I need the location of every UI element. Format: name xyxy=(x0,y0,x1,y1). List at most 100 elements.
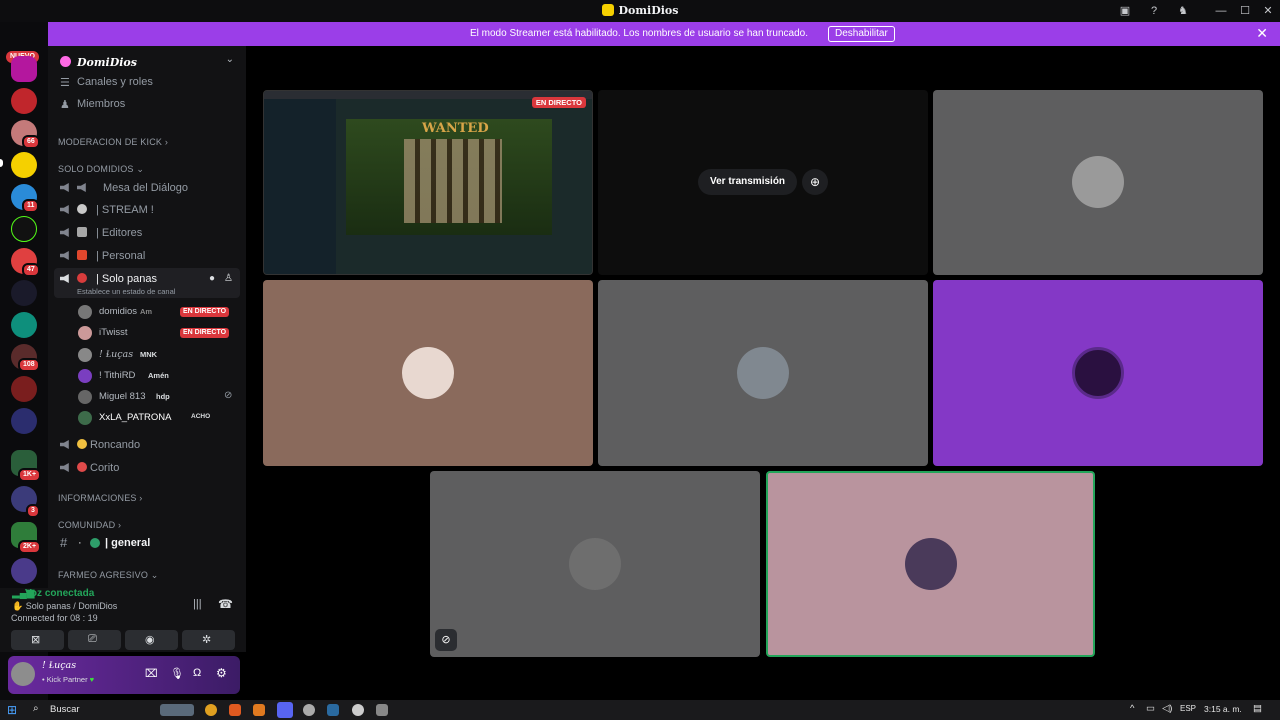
chrome-icon[interactable] xyxy=(205,704,217,716)
category-solo-domidios[interactable]: SOLO DOMIDIOS ⌄ xyxy=(58,164,144,175)
notifications-icon[interactable]: ▤ xyxy=(1253,703,1262,714)
chat-icon[interactable]: ● xyxy=(209,273,215,284)
member-name: ! TithiRD xyxy=(99,370,136,381)
participant-avatar xyxy=(737,347,789,399)
disconnect-icon[interactable]: ☎ xyxy=(218,597,233,611)
minimize-button[interactable]: — xyxy=(1213,3,1229,19)
voice-member[interactable]: ! Ɫuças MNK xyxy=(78,346,246,364)
watch-stream-button[interactable]: Ver transmisión xyxy=(698,169,798,195)
inbox-icon[interactable]: ▣ xyxy=(1117,3,1133,19)
server-icon[interactable] xyxy=(11,88,37,114)
activity-button[interactable]: ◉ xyxy=(125,630,178,650)
window-title-text: DomiDios xyxy=(618,4,679,17)
screen-share-icon: ⎚ xyxy=(88,633,97,645)
windows-start-icon[interactable]: ⊞ xyxy=(7,703,17,717)
unread-badge: 2K+ xyxy=(18,540,42,554)
category-moderacion[interactable]: MODERACION DE KICK › xyxy=(58,137,168,147)
live-badge: EN DIRECTO xyxy=(180,328,230,338)
unread-badge: 3 xyxy=(26,504,40,518)
server-icon[interactable] xyxy=(11,376,37,402)
help-icon[interactable]: ? xyxy=(1146,3,1162,19)
user-subtitle-text: Kick Partner xyxy=(46,675,88,684)
noise-suppression-icon[interactable]: ||| xyxy=(193,598,202,610)
channel-label: | Personal xyxy=(96,250,146,262)
discord-icon[interactable] xyxy=(277,702,293,718)
member-name: Miguel 813 xyxy=(99,391,146,402)
streamer-mode-banner: El modo Streamer está habilitado. Los no… xyxy=(48,22,1280,46)
kick-server-icon[interactable] xyxy=(11,216,37,242)
volume-icon[interactable]: ◁) xyxy=(1162,703,1172,714)
app-icon[interactable] xyxy=(376,704,388,716)
participant-tile[interactable]: ⊘ xyxy=(430,471,760,657)
soundboard-button[interactable]: ✲ xyxy=(182,630,235,650)
voice-status[interactable]: Voz conectada xyxy=(25,588,94,599)
app-icon[interactable] xyxy=(303,704,315,716)
voice-channel-row xyxy=(60,462,93,474)
channel-label: | STREAM ! xyxy=(96,204,154,216)
member-tag: MNK xyxy=(140,350,158,359)
server-icon[interactable] xyxy=(11,280,37,306)
server-icon[interactable] xyxy=(11,312,37,338)
close-window-button[interactable]: ✕ xyxy=(1260,3,1276,19)
brave-icon[interactable] xyxy=(229,704,241,716)
network-icon[interactable]: ▭ xyxy=(1146,703,1155,714)
invite-icon[interactable]: ♙ xyxy=(224,273,233,284)
voice-channel-solo-panas[interactable]: | Solo panas Establece un estado de cana… xyxy=(54,268,240,298)
category-comunidad[interactable]: COMUNIDAD › xyxy=(58,520,121,530)
server-icon[interactable] xyxy=(11,56,37,82)
stream-tile[interactable]: WANTED EN DIRECTO xyxy=(263,90,593,275)
camera-off-button[interactable]: ⊠ xyxy=(11,630,64,650)
guild-header[interactable]: DomiDios ⌄ xyxy=(48,46,246,78)
muted-mic-icon: ⊘ xyxy=(435,629,457,651)
app-icon[interactable] xyxy=(253,704,265,716)
add-stream-icon[interactable]: ⊕ xyxy=(802,169,828,195)
category-label: COMUNIDAD xyxy=(58,520,116,530)
close-banner-icon[interactable]: ✕ xyxy=(1256,25,1268,42)
voice-channel-row xyxy=(60,273,93,285)
user-avatar[interactable] xyxy=(11,662,35,686)
headphones-icon[interactable]: Ω xyxy=(193,667,201,679)
server-icon[interactable] xyxy=(11,558,37,584)
clock[interactable]: 3:15 a. m. xyxy=(1204,704,1242,714)
app-icon[interactable] xyxy=(352,704,364,716)
participant-tile[interactable] xyxy=(933,280,1263,466)
selected-pip xyxy=(0,159,3,167)
widgets-icon[interactable] xyxy=(160,704,194,716)
voice-channel-row xyxy=(60,250,93,262)
server-domidios[interactable] xyxy=(11,152,37,178)
participant-tile[interactable] xyxy=(933,90,1263,275)
stream-preview-tile[interactable]: Ver transmisión ⊕ xyxy=(598,90,928,275)
voice-channel-path[interactable]: ✋ Solo panas / DomiDios xyxy=(12,601,117,612)
people-icon[interactable]: ♞ xyxy=(1175,3,1191,19)
avatar xyxy=(78,411,92,425)
category-informaciones[interactable]: INFORMACIONES › xyxy=(58,493,143,503)
steam-icon[interactable] xyxy=(327,704,339,716)
category-farmeo[interactable]: FARMEO AGRESIVO ⌄ xyxy=(58,570,158,581)
voice-member[interactable]: ! TithiRD Amén xyxy=(78,367,246,385)
unread-badge: 11 xyxy=(22,199,40,213)
participant-tile[interactable] xyxy=(263,280,593,466)
hashtag-icon: # xyxy=(60,535,68,550)
voice-member[interactable]: domidios Am EN DIRECTO xyxy=(78,303,246,321)
settings-gear-icon[interactable]: ⚙ xyxy=(216,666,227,680)
title-bar: DomiDios ▣ ? ♞ — ☐ ✕ xyxy=(0,0,1280,22)
window-title: DomiDios xyxy=(0,4,1280,17)
voice-member[interactable]: XxLA_PATRONA ACHO xyxy=(78,409,246,427)
member-tag: Am xyxy=(140,307,153,316)
microphone-icon[interactable]: 🎙 xyxy=(170,667,184,680)
voice-member[interactable]: Miguel 813 hdp ⊘ xyxy=(78,388,246,406)
tray-chevron-icon[interactable]: ^ xyxy=(1130,703,1134,714)
nav-channels-roles-label: Canales y roles xyxy=(77,76,153,88)
voice-member[interactable]: iTwisst EN DIRECTO xyxy=(78,324,246,342)
channel-status[interactable]: Establece un estado de canal xyxy=(77,287,175,296)
participant-tile[interactable] xyxy=(598,280,928,466)
disable-streamer-button[interactable]: Deshabilitar xyxy=(828,26,895,42)
participant-tile-speaking[interactable] xyxy=(766,471,1095,657)
maximize-button[interactable]: ☐ xyxy=(1237,3,1253,19)
server-icon[interactable] xyxy=(11,408,37,434)
game-overlay-icon[interactable]: ⌧ xyxy=(145,667,158,680)
deafened-icon: ⊘ xyxy=(224,390,233,401)
input-language[interactable]: ESP xyxy=(1180,704,1196,713)
category-label: FARMEO AGRESIVO xyxy=(58,570,149,580)
screen-share-button[interactable]: ⎚ xyxy=(68,630,121,650)
